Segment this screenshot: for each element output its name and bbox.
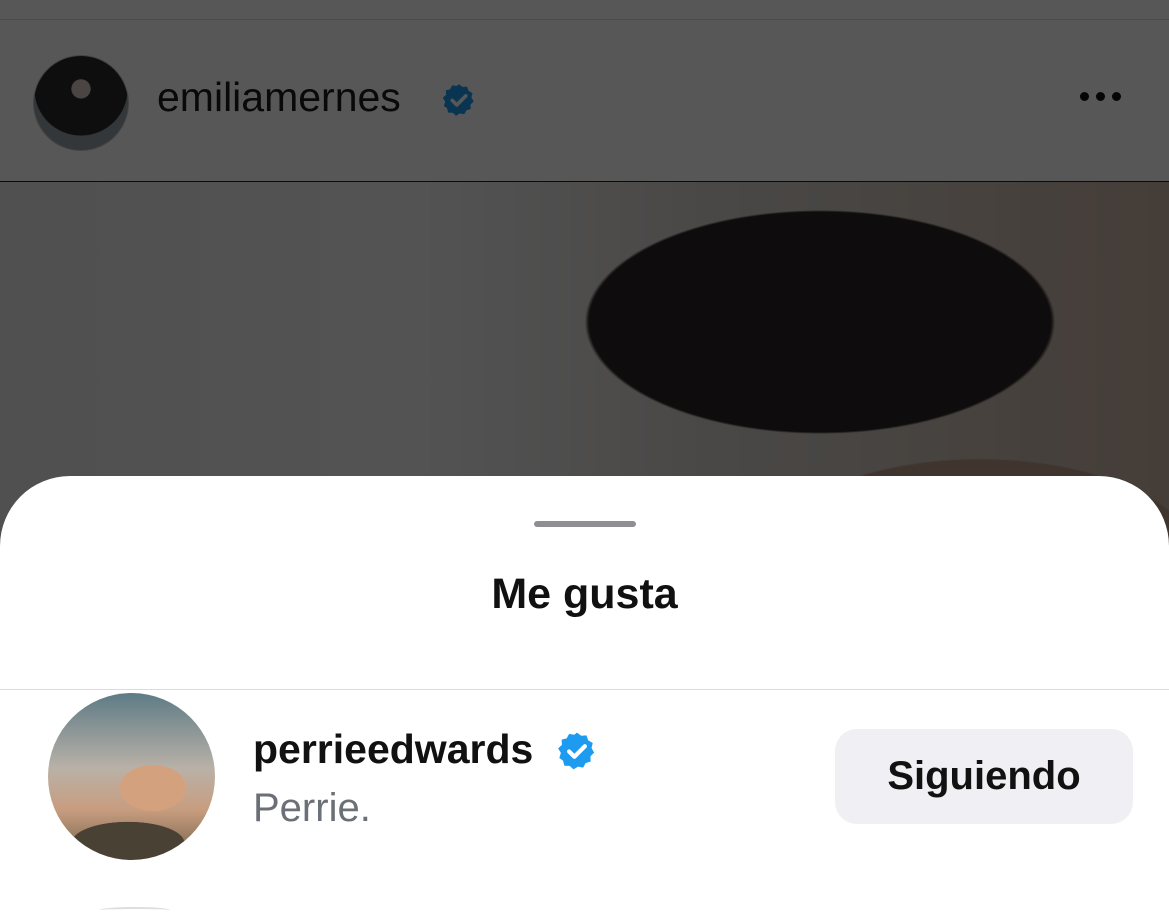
like-username[interactable]: perrieedwards [253, 726, 533, 773]
like-full-name: Perrie. [253, 786, 371, 830]
verified-badge-icon [558, 732, 595, 770]
list-item[interactable]: perrieedwards Perrie. Siguiendo [0, 690, 1169, 860]
sheet-drag-handle[interactable] [534, 521, 636, 527]
following-button[interactable]: Siguiendo [835, 729, 1133, 824]
sheet-title: Me gusta [491, 570, 678, 618]
avatar[interactable] [48, 693, 215, 860]
next-avatar-edge [100, 907, 170, 913]
likes-bottom-sheet: Me gusta perrieedwards Perrie. Siguiendo [0, 476, 1169, 913]
